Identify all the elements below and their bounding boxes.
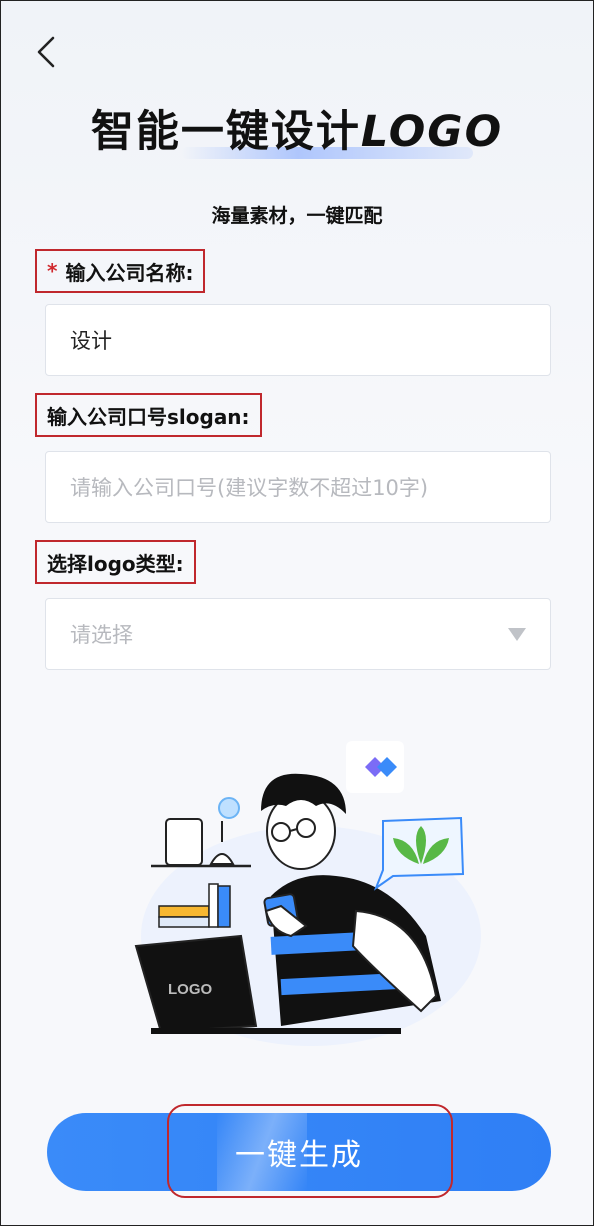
slogan-placeholder: 请输入公司口号(建议字数不超过10字) xyxy=(70,476,429,500)
back-chevron-icon xyxy=(37,36,55,68)
page-header: 智能一键设计LOGO xyxy=(1,97,593,159)
diamond-logo-icon xyxy=(346,741,404,793)
slogan-input[interactable]: 请输入公司口号(建议字数不超过10字) xyxy=(45,451,551,523)
company-name-label-text: 输入公司名称: xyxy=(65,260,194,285)
company-name-value: 设计 xyxy=(70,329,112,353)
designer-illustration: LOGO xyxy=(134,741,481,1046)
slogan-label: 输入公司口号slogan: xyxy=(35,393,262,437)
page-subtitle: 海量素材，一键匹配 xyxy=(211,205,383,227)
page-title: 智能一键设计LOGO xyxy=(91,97,503,159)
company-name-input[interactable]: 设计 xyxy=(45,304,551,376)
title-latin: LOGO xyxy=(360,107,504,157)
back-button[interactable] xyxy=(31,35,61,69)
generate-button-label: 一键生成 xyxy=(235,1138,363,1173)
generate-button[interactable]: 一键生成 xyxy=(47,1113,551,1191)
logo-type-selected-value: 请选择 xyxy=(70,623,133,647)
company-name-label: * 输入公司名称: xyxy=(35,249,206,293)
logo-type-select[interactable]: 请选择 xyxy=(45,598,551,670)
logo-type-label-text: 选择logo类型: xyxy=(47,551,184,576)
required-mark: * xyxy=(47,259,58,283)
app-screen: 智能一键设计LOGO 海量素材，一键匹配 * 输入公司名称: 设计 输入公司口号… xyxy=(0,0,594,1226)
slogan-label-text: 输入公司口号slogan: xyxy=(47,404,250,429)
laptop-logo-text: LOGO xyxy=(168,981,212,998)
logo-type-label: 选择logo类型: xyxy=(35,540,196,584)
dropdown-arrow-icon xyxy=(508,627,526,641)
title-chinese: 智能一键设计 xyxy=(90,107,361,157)
